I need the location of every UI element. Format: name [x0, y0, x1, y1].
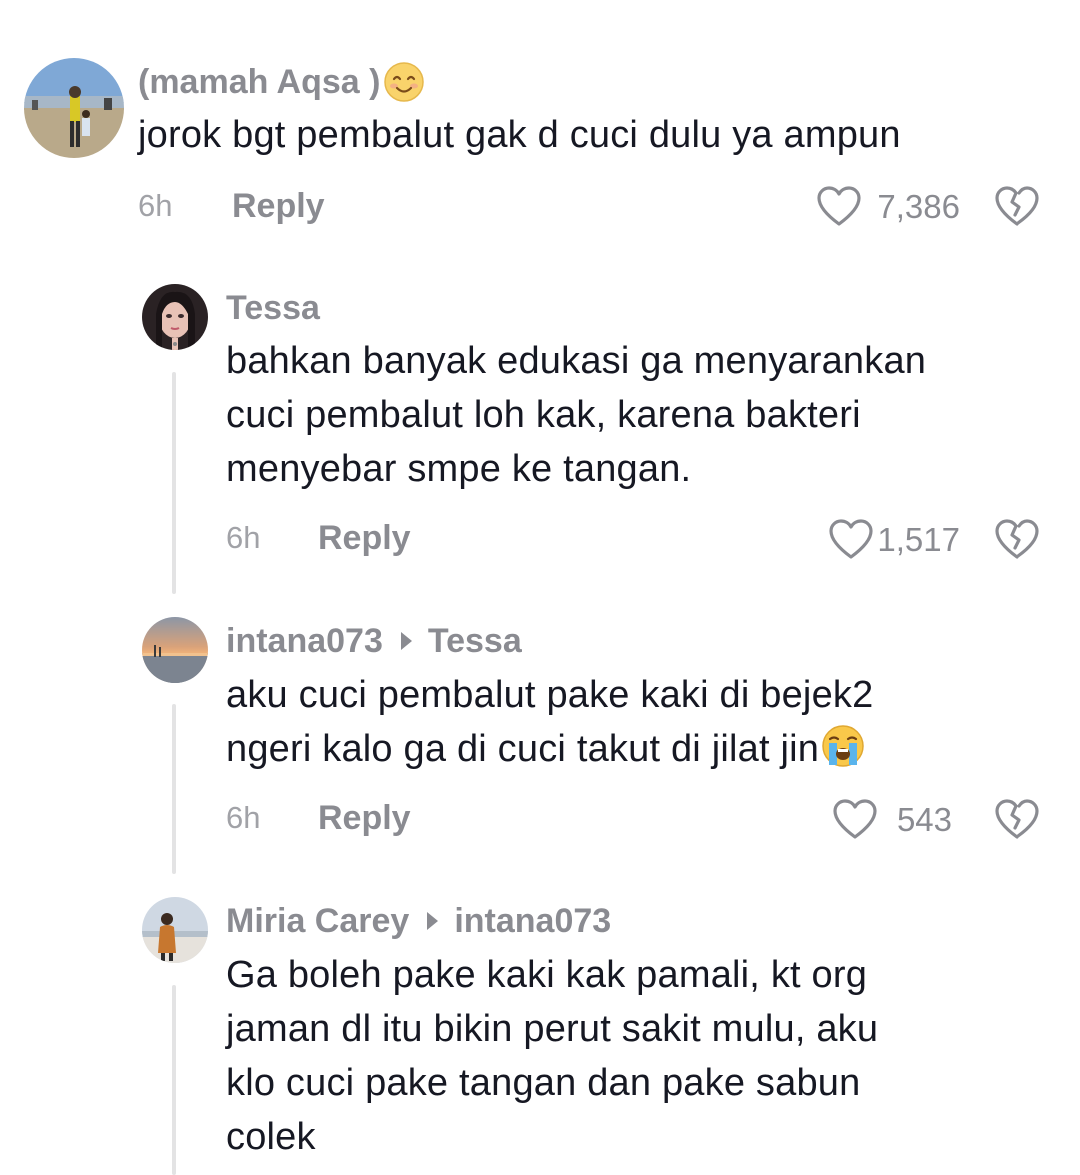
selfie-avatar-icon	[142, 284, 208, 350]
username-text: Tessa	[226, 289, 320, 327]
reply-to-username[interactable]: Tessa	[428, 621, 522, 661]
reply-to-username[interactable]: intana073	[454, 901, 611, 941]
crying-face-icon	[820, 723, 866, 769]
comment-text-line: klo cuci pake tangan dan pake sabun	[226, 1062, 861, 1104]
comment-text-line: jaman dl itu bikin perut sakit mulu, aku	[226, 1008, 879, 1050]
avatar[interactable]	[142, 617, 208, 683]
comment-text-line-content: ngeri kalo ga di cuci takut di jilat jin	[226, 728, 820, 770]
username[interactable]: Miria Carey intana073	[226, 901, 611, 941]
heart-icon[interactable]	[816, 185, 862, 227]
comment-text-line: Ga boleh pake kaki kak pamali, kt org	[226, 954, 868, 996]
broken-heart-icon[interactable]	[994, 185, 1040, 227]
username-text: Miria Carey	[226, 902, 410, 940]
like-count: 7,386	[877, 188, 960, 225]
avatar[interactable]	[142, 284, 208, 350]
thread-line	[172, 372, 176, 594]
avatar[interactable]	[24, 58, 124, 158]
broken-heart-icon[interactable]	[994, 798, 1040, 840]
comment-text-line: ngeri kalo ga di cuci takut di jilat jin	[226, 722, 866, 776]
reply-button[interactable]: Reply	[232, 186, 325, 226]
comment-text-line: cuci pembalut loh kak, karena bakteri	[226, 394, 861, 436]
reply-button[interactable]: Reply	[318, 518, 411, 558]
username[interactable]: (mamah Aqsa )	[138, 60, 426, 104]
heart-icon[interactable]	[828, 518, 874, 560]
comment-time: 6h	[226, 800, 261, 835]
sunset-avatar-icon	[142, 617, 208, 683]
thread-line	[172, 985, 176, 1175]
reply-to-arrow-icon	[400, 632, 412, 650]
username[interactable]: intana073 Tessa	[226, 621, 522, 661]
broken-heart-icon[interactable]	[994, 518, 1040, 560]
reply-button[interactable]: Reply	[318, 798, 411, 838]
username-text: (mamah Aqsa )	[138, 63, 381, 101]
comment-text-line: colek	[226, 1116, 316, 1158]
avatar[interactable]	[142, 897, 208, 963]
username[interactable]: Tessa	[226, 288, 320, 328]
like-count: 543	[896, 801, 952, 838]
comment-text-line: bahkan banyak edukasi ga menyarankan	[226, 340, 927, 382]
comment-text-line: aku cuci pembalut pake kaki di bejek2	[226, 674, 874, 716]
like-count: 1,517	[877, 521, 960, 558]
heart-icon[interactable]	[832, 798, 878, 840]
thread-line	[172, 704, 176, 874]
beach-photo-avatar-icon	[24, 58, 124, 158]
username-text: intana073	[226, 622, 383, 660]
comment-time: 6h	[226, 520, 261, 555]
comment-text-line: jorok bgt pembalut gak d cuci dulu ya am…	[138, 114, 901, 156]
smiling-face-icon	[382, 60, 426, 104]
person-standing-avatar-icon	[142, 897, 208, 963]
comment-time: 6h	[138, 188, 173, 223]
comment-text-line: menyebar smpe ke tangan.	[226, 448, 692, 490]
reply-to-arrow-icon	[427, 912, 439, 930]
